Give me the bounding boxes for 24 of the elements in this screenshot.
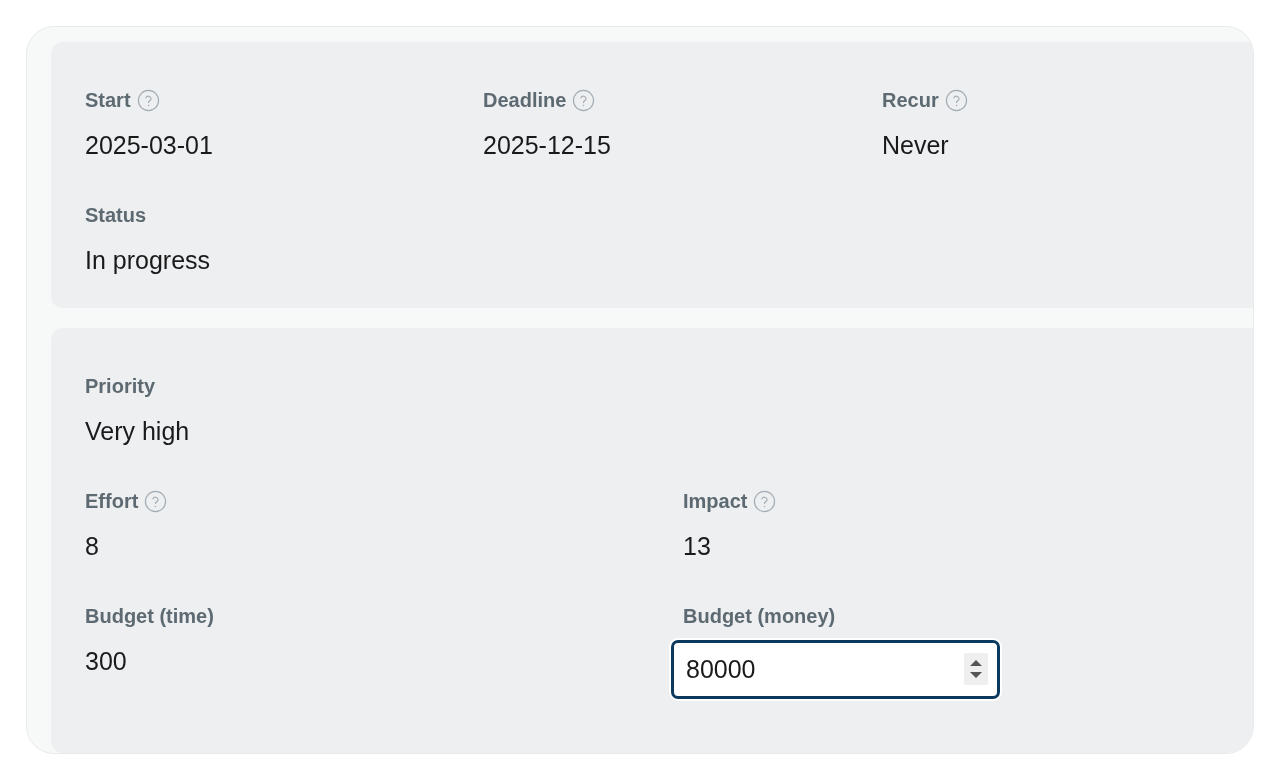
- field-value: 8: [85, 531, 99, 562]
- spinner-icon[interactable]: [964, 653, 988, 685]
- help-icon[interactable]: [572, 88, 596, 112]
- field-value: 300: [85, 646, 127, 677]
- field-label: Deadline: [483, 88, 567, 113]
- field-label: Impact: [683, 489, 748, 514]
- help-icon[interactable]: [944, 88, 968, 112]
- field-value: Very high: [85, 416, 190, 447]
- help-icon[interactable]: [136, 88, 160, 112]
- field-value: In progress: [85, 245, 211, 276]
- number-input[interactable]: 80000: [671, 640, 1000, 699]
- help-icon[interactable]: [753, 489, 777, 513]
- field-label: Budget (money): [683, 604, 836, 629]
- field-value: 2025-03-01: [85, 130, 213, 161]
- field-label: Priority: [85, 374, 156, 399]
- field-value: 13: [683, 531, 711, 562]
- field-value: 2025-12-15: [483, 130, 611, 161]
- field-label: Effort: [85, 489, 139, 514]
- field-value: Never: [882, 130, 949, 161]
- help-icon[interactable]: [144, 489, 168, 513]
- field-label: Status: [85, 203, 147, 228]
- field-label: Budget (time): [85, 604, 214, 629]
- field-label: Start: [85, 88, 131, 113]
- field-label: Recur: [882, 88, 939, 113]
